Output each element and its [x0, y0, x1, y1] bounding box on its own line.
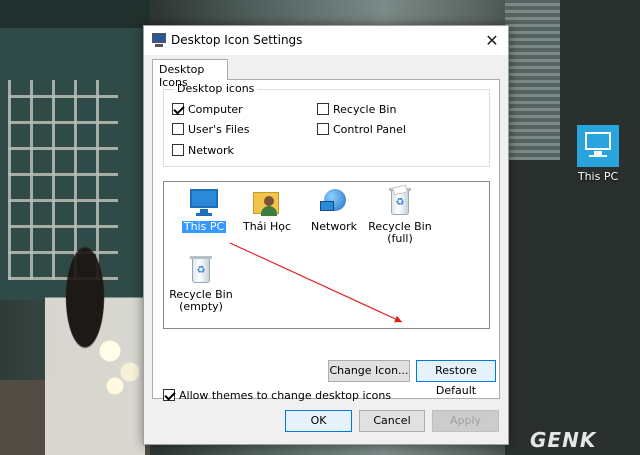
icon-list-view[interactable]: This PC Thái Học Network ♻ Recycle Bin (f…	[163, 181, 490, 329]
icon-item-user-files[interactable]: Thái Học	[231, 186, 303, 233]
icon-item-label: Recycle Bin (full)	[368, 220, 432, 245]
checkbox-unchecked-icon	[172, 144, 184, 156]
checkbox-control-panel[interactable]: Control Panel	[317, 122, 406, 136]
apply-button[interactable]: Apply	[432, 410, 499, 432]
restore-default-button[interactable]: Restore Default	[416, 360, 496, 397]
checkbox-checked-icon	[172, 103, 184, 115]
desktop-icons-group: Desktop icons Computer User's Files Netw…	[163, 82, 490, 167]
checkbox-allow-themes[interactable]: Allow themes to change desktop icons	[163, 388, 391, 402]
this-pc-icon	[577, 125, 619, 167]
network-icon	[318, 186, 350, 218]
checkbox-unchecked-icon	[172, 123, 184, 135]
checkbox-users-files[interactable]: User's Files	[172, 122, 249, 136]
background-beam	[0, 0, 150, 28]
checkbox-label: User's Files	[188, 122, 250, 136]
checkbox-network[interactable]: Network	[172, 143, 234, 157]
icon-item-network[interactable]: Network	[298, 186, 370, 233]
desktop-this-pc-shortcut[interactable]: This PC	[570, 125, 626, 183]
recycle-bin-empty-icon: ♻	[185, 254, 217, 286]
ok-button[interactable]: OK	[285, 410, 352, 432]
this-pc-icon	[188, 186, 220, 218]
checkbox-computer[interactable]: Computer	[172, 102, 243, 116]
checkbox-label: Computer	[188, 102, 243, 116]
icon-item-label: Network	[311, 220, 357, 233]
checkbox-unchecked-icon	[317, 103, 329, 115]
icon-item-recycle-bin-full[interactable]: ♻ Recycle Bin (full)	[364, 184, 436, 245]
tab-desktop-icons[interactable]: Desktop Icons	[152, 59, 228, 89]
checkbox-checked-icon	[163, 389, 175, 401]
background-shutter	[505, 0, 560, 160]
desktop-icon-label: This PC	[577, 170, 619, 183]
user-folder-icon	[251, 186, 283, 218]
checkbox-recycle-bin[interactable]: Recycle Bin	[317, 102, 396, 116]
icon-item-recycle-bin-empty[interactable]: ♻ Recycle Bin (empty)	[165, 254, 237, 313]
background-flowers	[95, 330, 145, 400]
checkbox-label: Network	[188, 143, 234, 157]
checkbox-label: Control Panel	[333, 122, 406, 136]
checkbox-unchecked-icon	[317, 123, 329, 135]
control-panel-icon	[151, 32, 167, 48]
change-icon-button[interactable]: Change Icon...	[328, 360, 410, 382]
tab-panel: Desktop icons Computer User's Files Netw…	[152, 79, 500, 402]
title-bar[interactable]: Desktop Icon Settings ✕	[144, 26, 508, 55]
close-button[interactable]: ✕	[476, 26, 508, 55]
desktop-icon-settings-dialog: Desktop Icon Settings ✕ Desktop Icons De…	[143, 25, 509, 445]
icon-item-label: This PC	[181, 220, 227, 233]
cancel-button[interactable]: Cancel	[359, 410, 425, 432]
dialog-title: Desktop Icon Settings	[171, 33, 303, 47]
genk-watermark-logo: GENK	[530, 428, 597, 452]
icon-item-label: Thái Học	[242, 220, 292, 233]
icon-item-this-pc[interactable]: This PC	[168, 186, 240, 233]
checkbox-label: Recycle Bin	[333, 102, 397, 116]
checkbox-label: Allow themes to change desktop icons	[179, 388, 392, 402]
recycle-bin-full-icon: ♻	[384, 184, 416, 218]
icon-item-label: Recycle Bin (empty)	[169, 288, 233, 313]
